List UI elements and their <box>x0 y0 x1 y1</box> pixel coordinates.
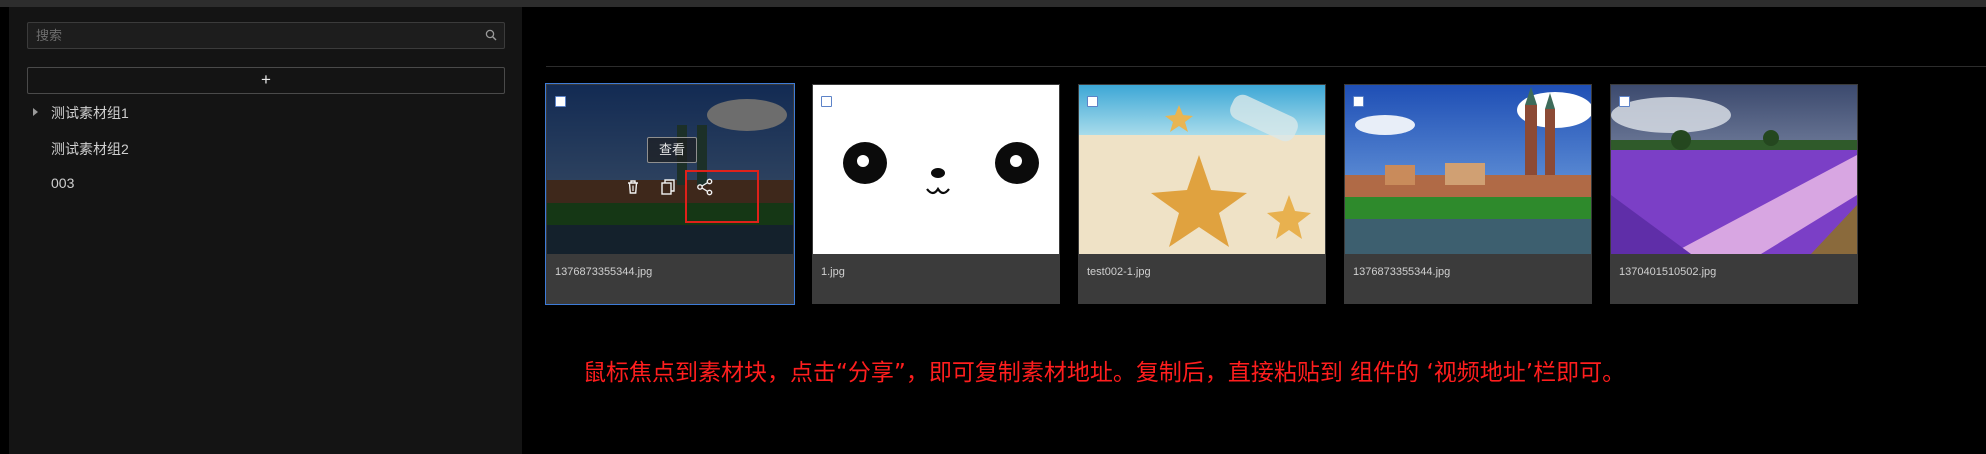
top-bar <box>0 0 1986 7</box>
asset-thumbnail <box>1079 85 1325 254</box>
asset-checkbox[interactable] <box>1619 96 1630 107</box>
expand-caret-icon[interactable] <box>33 108 38 116</box>
asset-thumbnail <box>813 85 1059 254</box>
asset-checkbox[interactable] <box>1087 96 1098 107</box>
instruction-note: 鼠标焦点到素材块，点击“分享”，即可复制素材地址。复制后，直接粘贴到 组件的 ‘… <box>583 360 1626 386</box>
asset-card[interactable]: 1376873355344.jpg <box>1344 84 1592 304</box>
share-highlight-box <box>685 170 759 223</box>
search-icon[interactable] <box>485 29 497 41</box>
asset-filename: 1370401510502.jpg <box>1619 266 1717 278</box>
asset-thumbnail <box>1345 85 1591 254</box>
asset-filename: 1.jpg <box>821 266 845 278</box>
add-group-button[interactable]: + <box>27 67 505 94</box>
asset-filename: test002-1.jpg <box>1087 266 1151 278</box>
asset-filename: 1376873355344.jpg <box>555 266 653 278</box>
asset-checkbox[interactable] <box>555 96 566 107</box>
asset-filename: 1376873355344.jpg <box>1353 266 1451 278</box>
asset-card[interactable]: 1.jpg <box>812 84 1060 304</box>
asset-card[interactable]: 1370401510502.jpg <box>1610 84 1858 304</box>
group-item-2[interactable]: 测试素材组2 <box>51 139 129 159</box>
group-item-1[interactable]: 测试素材组1 <box>51 103 129 123</box>
asset-thumbnail: 查看 <box>547 85 793 254</box>
copy-icon[interactable] <box>658 177 678 197</box>
asset-thumbnail <box>1611 85 1857 254</box>
asset-checkbox[interactable] <box>1353 96 1364 107</box>
view-button[interactable]: 查看 <box>647 137 697 163</box>
header-divider <box>546 66 1986 67</box>
asset-checkbox[interactable] <box>821 96 832 107</box>
search-box[interactable] <box>27 22 505 49</box>
asset-card[interactable]: 查看 1376873355344.jpg <box>545 83 795 305</box>
group-item-3[interactable]: 003 <box>51 175 74 191</box>
left-edge <box>0 7 9 454</box>
asset-card[interactable]: test002-1.jpg <box>1078 84 1326 304</box>
search-input[interactable] <box>28 23 484 48</box>
trash-icon[interactable] <box>623 177 643 197</box>
